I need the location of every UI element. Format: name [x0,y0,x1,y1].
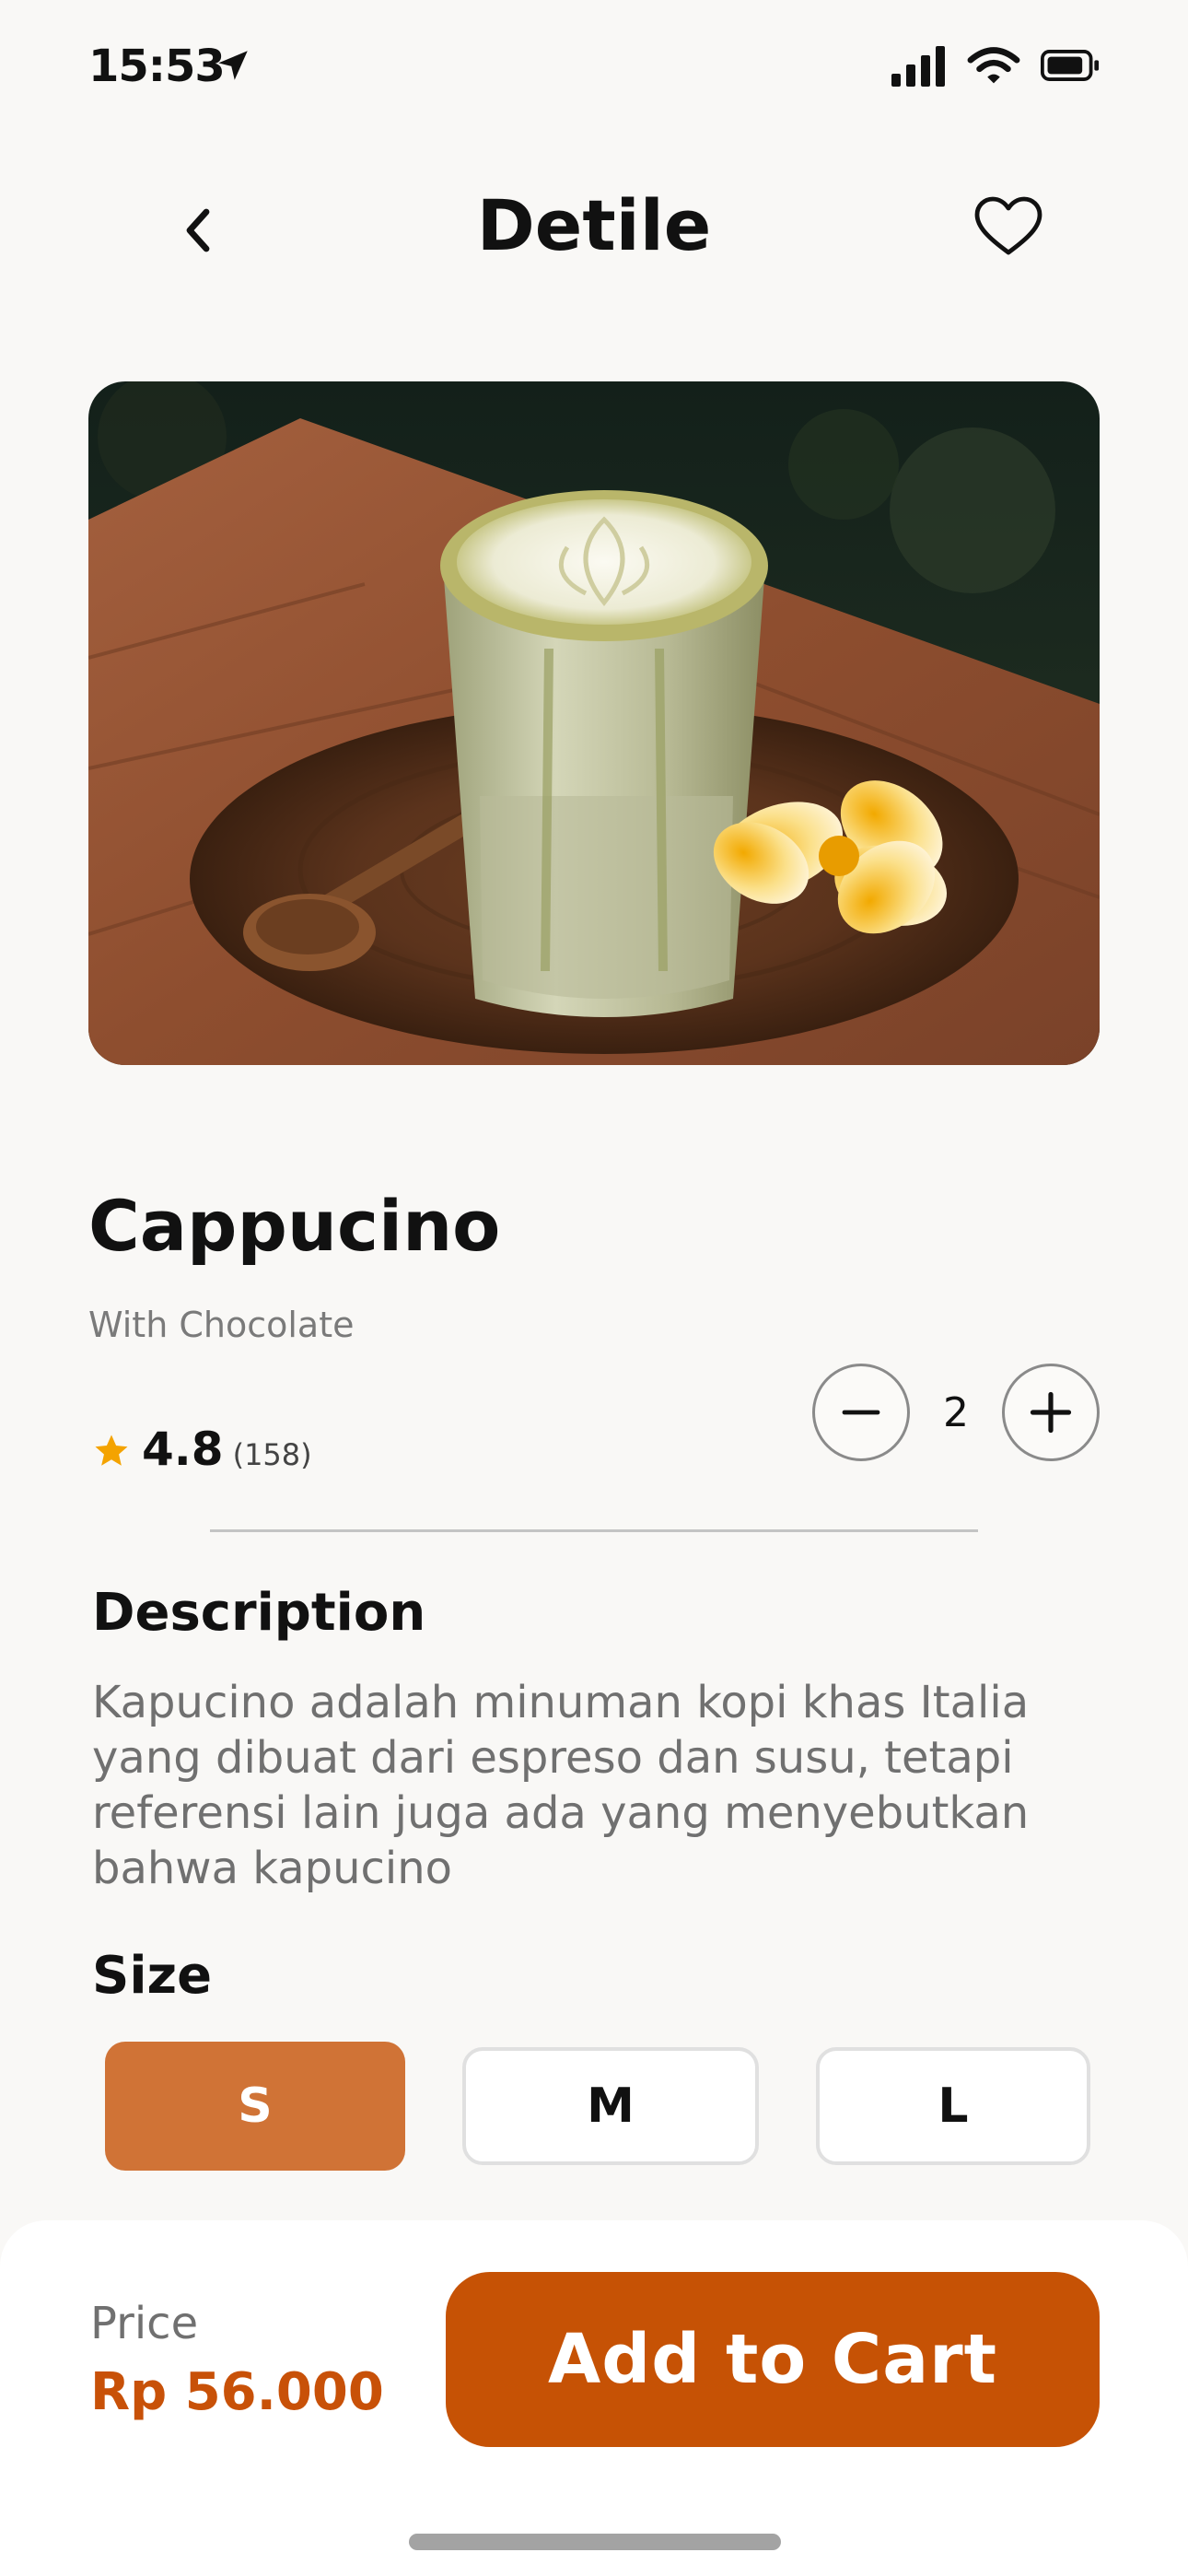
favorite-button[interactable] [969,190,1048,263]
size-option-l[interactable]: L [816,2047,1090,2165]
bottom-bar: Price Rp 56.000 Add to Cart [0,2220,1188,2576]
battery-icon [1041,50,1100,81]
description-text: Kapucino adalah minuman kopi khas Italia… [92,1677,1030,1894]
product-name: Cappucino [88,1185,501,1267]
minus-icon [842,1410,880,1415]
product-image [88,381,1100,1065]
header: Detile [0,166,1188,276]
rating-count: (158) [232,1437,312,1472]
increase-quantity-button[interactable] [1002,1364,1100,1461]
description-title: Description [92,1583,426,1643]
divider [210,1529,978,1532]
price-label: Price [90,2298,199,2349]
home-indicator [409,2534,781,2550]
star-icon [95,1434,128,1466]
quantity-value: 2 [943,1389,969,1436]
status-bar: 15:53 [0,0,1188,138]
add-to-cart-button[interactable]: Add to Cart [446,2272,1100,2447]
location-arrow-icon [218,51,248,80]
product-subtitle: With Chocolate [88,1305,355,1345]
status-time: 15:53 [88,41,226,92]
wifi-icon [967,47,1020,84]
size-option-m[interactable]: M [462,2047,759,2165]
plus-icon [1030,1391,1072,1434]
quantity-stepper: 2 [812,1364,1100,1461]
size-option-s[interactable]: S [105,2042,405,2171]
rating-value: 4.8 [142,1423,224,1476]
heart-icon [974,196,1042,255]
rating: 4.8 (158) [92,1423,312,1476]
price-value: Rp 56.000 [90,2362,384,2422]
size-title: Size [92,1946,213,2006]
decrease-quantity-button[interactable] [812,1364,910,1461]
signal-icon [891,46,945,87]
